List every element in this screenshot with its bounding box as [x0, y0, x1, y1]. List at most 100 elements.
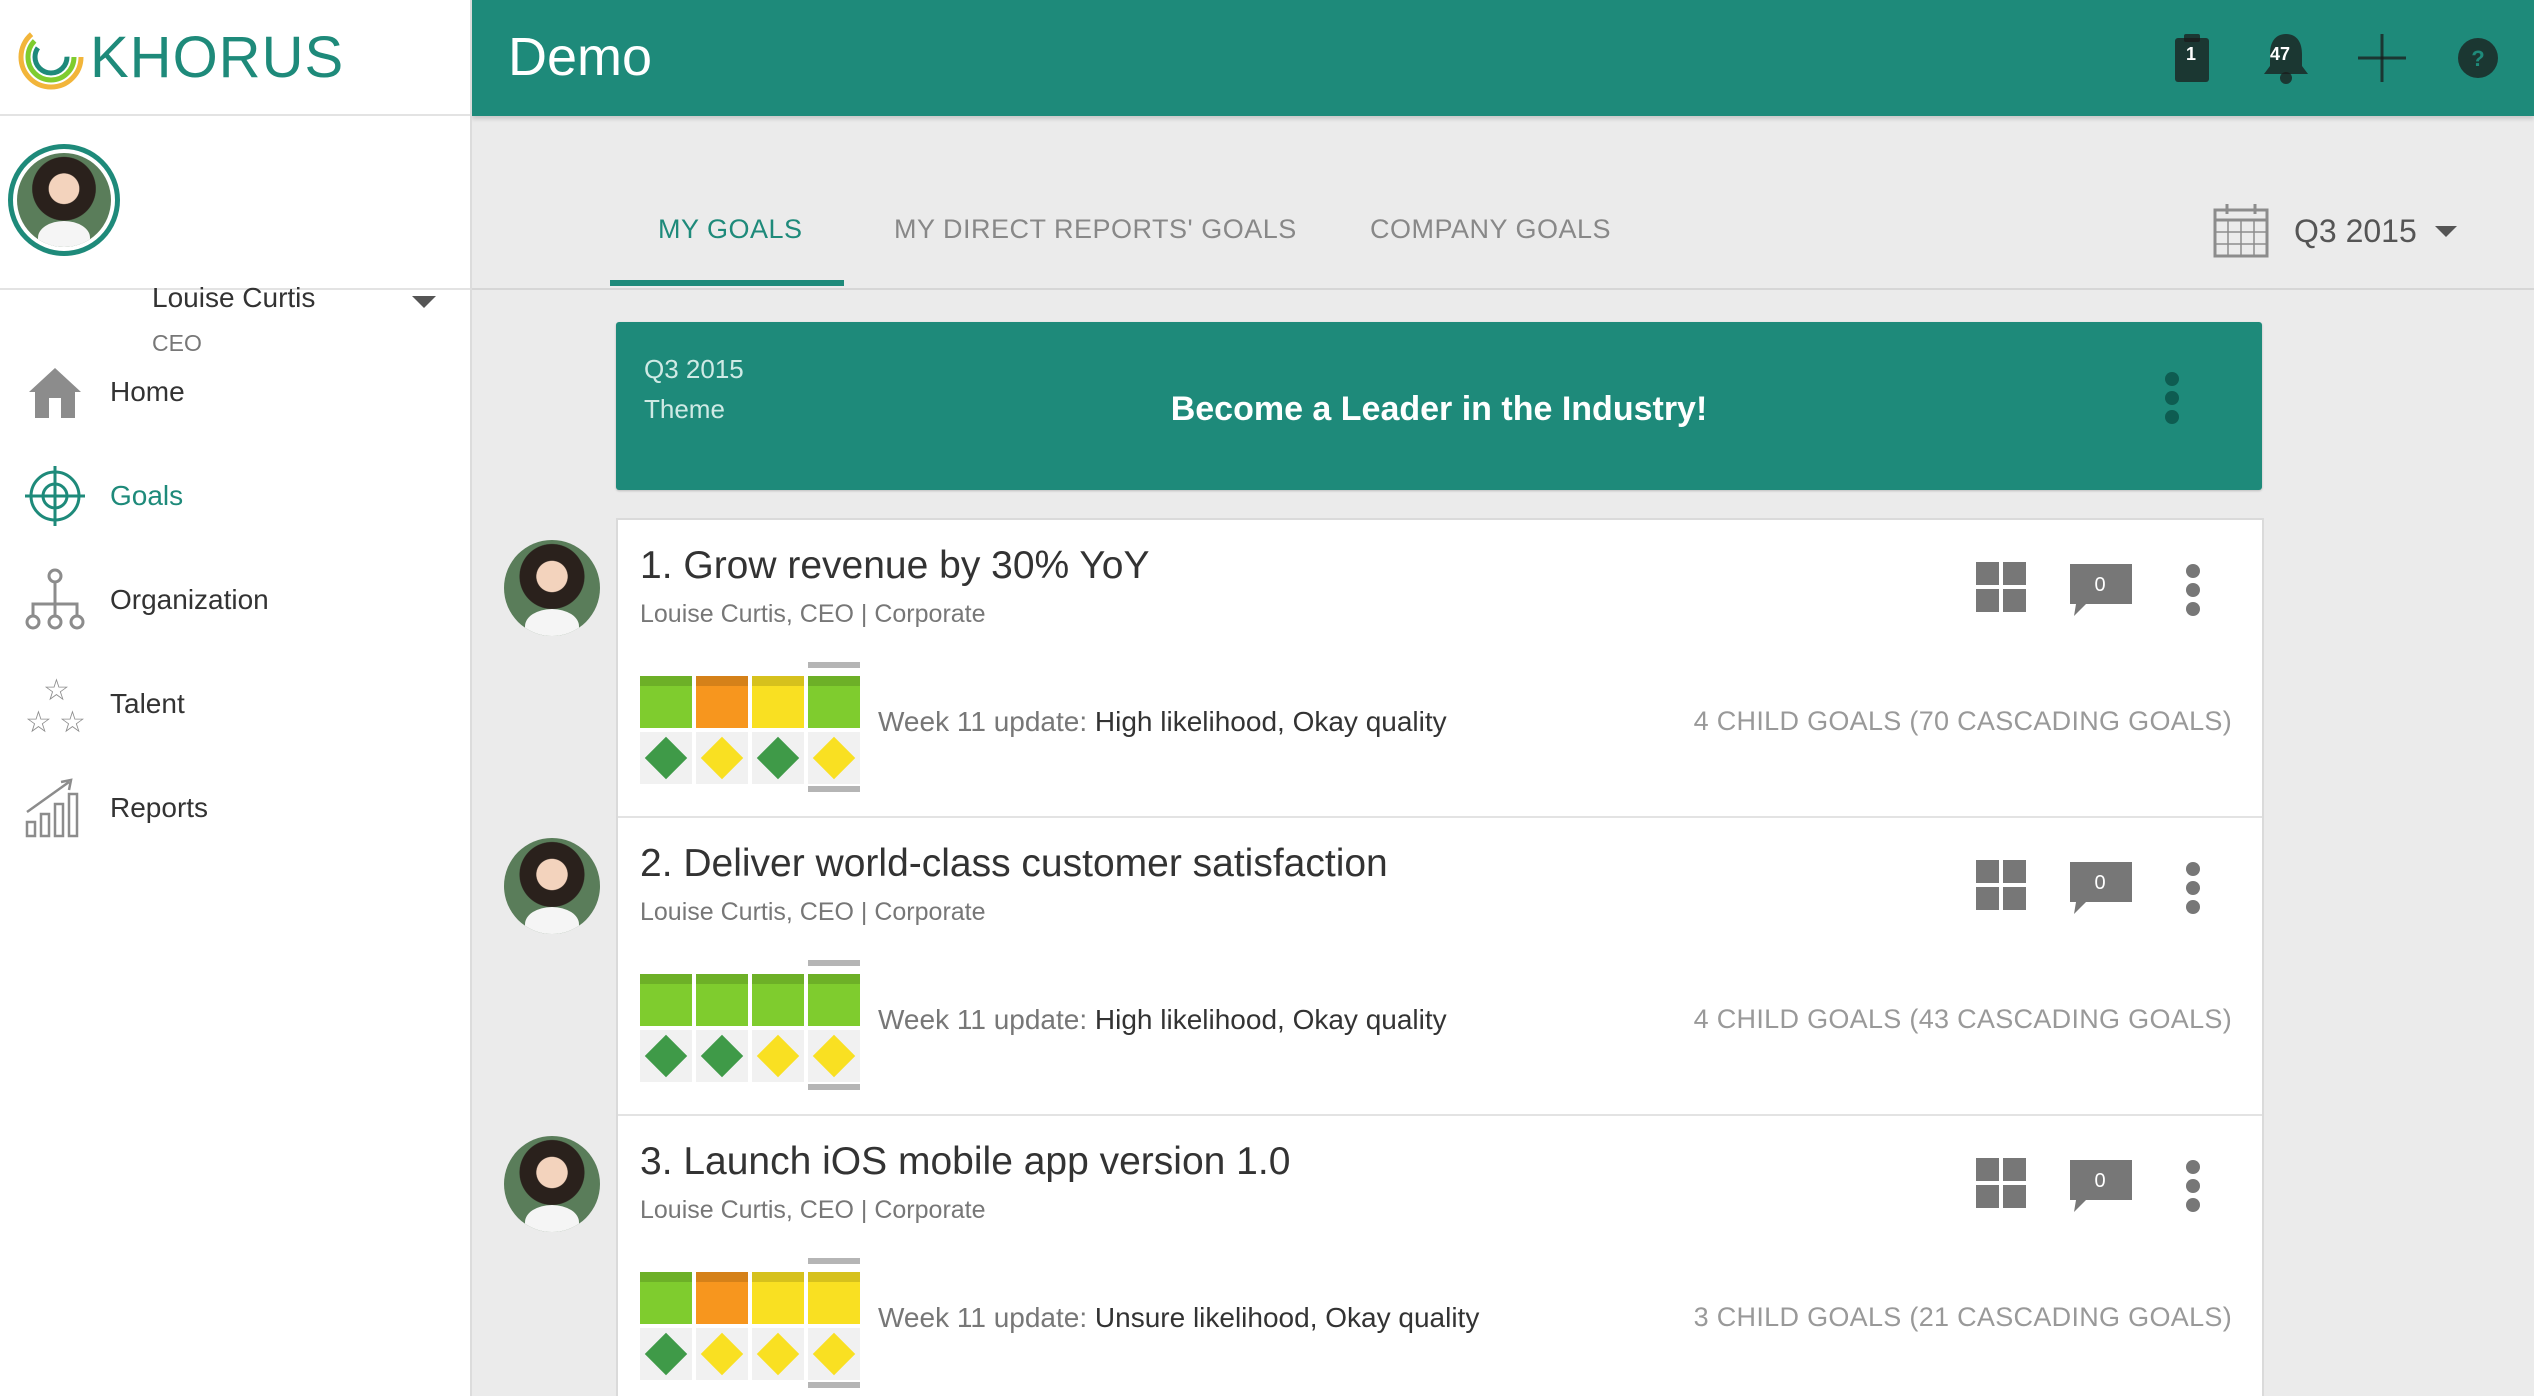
- goal-meta: Louise Curtis, CEO | Corporate: [640, 1196, 986, 1224]
- quality-cell: [696, 1328, 748, 1380]
- current-week-marker: [808, 1382, 860, 1388]
- owner-avatar: [504, 540, 600, 636]
- period-label: Q3 2015: [2294, 212, 2417, 249]
- current-week-marker: [808, 1258, 860, 1264]
- status-history: [640, 1258, 862, 1388]
- more-vert-icon[interactable]: [2162, 372, 2182, 432]
- quality-diamond: [756, 1034, 800, 1078]
- child-goals-link[interactable]: 3 CHILD GOALS (21 CASCADING GOALS): [1694, 1302, 2232, 1333]
- tab-my-goals[interactable]: MY GOALS: [658, 214, 803, 245]
- likelihood-bar: [808, 974, 860, 1026]
- quality-diamond: [644, 1332, 688, 1376]
- week-status: [752, 1258, 804, 1388]
- nav-label: Organization: [110, 584, 269, 615]
- clipboard-count: 1: [2186, 44, 2197, 64]
- theme-period: Q3 2015: [644, 354, 744, 384]
- status-history: [640, 960, 862, 1090]
- quality-diamond: [812, 1034, 856, 1078]
- quality-cell: [808, 1328, 860, 1380]
- tab-company-goals[interactable]: COMPANY GOALS: [1370, 214, 1611, 245]
- nav-label: Home: [110, 376, 185, 407]
- nav-item-organization[interactable]: Organization: [0, 548, 470, 652]
- notifications-button[interactable]: 47: [2258, 30, 2314, 86]
- chevron-down-icon: [2434, 225, 2457, 237]
- update-prefix: Week 11 update:: [878, 1004, 1088, 1035]
- org-chart-icon: [22, 567, 88, 633]
- likelihood-bar: [696, 676, 748, 728]
- plus-icon: [2358, 34, 2406, 82]
- calendar-icon: [2213, 204, 2269, 258]
- week-status: [640, 960, 692, 1090]
- nav-item-goals[interactable]: Goals: [0, 444, 470, 548]
- quality-diamond: [700, 736, 744, 780]
- chevron-down-icon[interactable]: [412, 296, 436, 308]
- more-vert-icon[interactable]: [2186, 564, 2200, 621]
- update-value: High likelihood, Okay quality: [1094, 1004, 1447, 1035]
- likelihood-bar: [640, 1272, 692, 1324]
- logo[interactable]: KHORUS: [0, 0, 470, 116]
- goal-title[interactable]: 2. Deliver world-class customer satisfac…: [640, 842, 1388, 886]
- svg-text:?: ?: [2471, 46, 2484, 71]
- owner-avatar: [504, 1136, 600, 1232]
- likelihood-bar: [696, 974, 748, 1026]
- help-icon: ?: [2458, 38, 2498, 78]
- grid-icon: [1976, 1158, 2026, 1208]
- bar-chart-icon: [22, 775, 88, 841]
- week-status: [640, 662, 692, 792]
- nav-label: Talent: [110, 688, 185, 719]
- child-goals-link[interactable]: 4 CHILD GOALS (70 CASCADING GOALS): [1694, 706, 2232, 737]
- comments-button[interactable]: 0: [2068, 562, 2134, 623]
- goal-card: 2. Deliver world-class customer satisfac…: [504, 818, 2262, 1116]
- current-week-marker: [808, 662, 860, 668]
- quality-cell: [696, 1030, 748, 1082]
- nav-label: Reports: [110, 792, 209, 823]
- goal-title[interactable]: 1. Grow revenue by 30% YoY: [640, 544, 1150, 588]
- child-goals-link[interactable]: 4 CHILD GOALS (43 CASCADING GOALS): [1694, 1004, 2232, 1035]
- target-icon: [22, 463, 88, 529]
- top-bar: Demo 1 47 ?: [472, 0, 2534, 116]
- add-button[interactable]: [2354, 30, 2410, 86]
- quality-diamond: [700, 1332, 744, 1376]
- tab-direct-reports-goals[interactable]: MY DIRECT REPORTS' GOALS: [894, 214, 1297, 245]
- period-selector[interactable]: Q3 2015: [2212, 202, 2457, 260]
- user-name: Louise Curtis: [152, 282, 316, 313]
- week-status: [696, 662, 748, 792]
- more-vert-icon[interactable]: [2186, 862, 2200, 919]
- week-status: [640, 1258, 692, 1388]
- stars-icon: ☆ ☆ ☆: [22, 671, 88, 737]
- goal-title[interactable]: 3. Launch iOS mobile app version 1.0: [640, 1140, 1290, 1184]
- quality-cell: [752, 1030, 804, 1082]
- week-status: [808, 1258, 860, 1388]
- theme-banner: Q3 2015 Theme Become a Leader in the Ind…: [616, 322, 2262, 490]
- more-vert-icon[interactable]: [2186, 1160, 2200, 1217]
- clipboard-button[interactable]: 1: [2164, 30, 2220, 86]
- update-prefix: Week 11 update:: [878, 706, 1088, 737]
- quality-diamond: [812, 1332, 856, 1376]
- nav-item-home[interactable]: Home: [0, 340, 470, 444]
- grid-view-button[interactable]: [1976, 860, 2026, 915]
- nav-item-reports[interactable]: Reports: [0, 756, 470, 860]
- quality-cell: [640, 1328, 692, 1380]
- goal-card: 1. Grow revenue by 30% YoY Louise Curtis…: [504, 520, 2262, 818]
- avatar-image: [17, 153, 111, 247]
- current-week-marker: [808, 786, 860, 792]
- grid-view-button[interactable]: [1976, 562, 2026, 617]
- grid-icon: [1976, 860, 2026, 910]
- active-tab-indicator: [610, 280, 844, 286]
- quality-diamond: [700, 1034, 744, 1078]
- likelihood-bar: [808, 1272, 860, 1324]
- quality-diamond: [644, 736, 688, 780]
- quality-cell: [640, 732, 692, 784]
- week-status: [752, 960, 804, 1090]
- week-status: [752, 662, 804, 792]
- nav-item-talent[interactable]: ☆ ☆ ☆ Talent: [0, 652, 470, 756]
- current-week-marker: [808, 1084, 860, 1090]
- update-value: High likelihood, Okay quality: [1094, 706, 1447, 737]
- help-button[interactable]: ?: [2450, 30, 2506, 86]
- week-update: Week 11 update: High likelihood, Okay qu…: [878, 706, 1447, 738]
- goal-tabs: MY GOALS MY DIRECT REPORTS' GOALS COMPAN…: [472, 116, 2534, 290]
- user-profile[interactable]: Louise Curtis CEO: [0, 116, 470, 356]
- comments-button[interactable]: 0: [2068, 1158, 2134, 1219]
- grid-view-button[interactable]: [1976, 1158, 2026, 1213]
- comments-button[interactable]: 0: [2068, 860, 2134, 921]
